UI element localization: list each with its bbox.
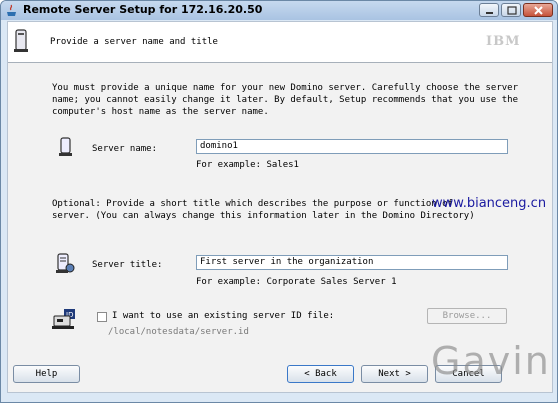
close-button[interactable] <box>523 3 553 17</box>
ibm-logo: IBM <box>486 34 521 49</box>
minimize-button[interactable] <box>479 3 499 17</box>
server-title-icon <box>56 253 75 273</box>
intro-line-2: name; you cannot easily change it later.… <box>52 95 518 105</box>
optional-line-2: server. (You can always change this info… <box>52 211 475 221</box>
server-title-label: Server title: <box>92 260 163 270</box>
close-icon <box>534 6 543 15</box>
maximize-button[interactable] <box>501 3 521 17</box>
optional-line-1: Optional: Provide a short title which de… <box>52 199 453 209</box>
intro-line-1: You must provide a unique name for your … <box>52 83 518 93</box>
help-button[interactable]: Help <box>13 365 80 383</box>
server-icon <box>14 29 28 52</box>
java-app-icon <box>7 4 16 16</box>
page-title: Provide a server name and title <box>50 37 218 47</box>
existing-id-checkbox[interactable] <box>97 312 107 322</box>
maximize-icon <box>507 6 517 15</box>
back-button[interactable]: < Back <box>287 365 354 383</box>
author-watermark: Gavin <box>431 339 551 383</box>
server-name-icon <box>59 137 72 156</box>
server-name-input[interactable]: domino1 <box>196 139 508 154</box>
title-bar[interactable]: Remote Server Setup for 172.16.20.50 <box>1 1 557 20</box>
dialog-content: Provide a server name and title IBM You … <box>7 21 553 393</box>
window-title: Remote Server Setup for 172.16.20.50 <box>23 3 263 16</box>
form-panel: You must provide a unique name for your … <box>8 63 552 363</box>
intro-line-3: computer's host name as the server name. <box>52 107 269 117</box>
wizard-header: Provide a server name and title IBM <box>8 22 552 63</box>
next-button[interactable]: Next > <box>361 365 428 383</box>
server-title-example: For example: Corporate Sales Server 1 <box>196 277 397 287</box>
server-name-label: Server name: <box>92 144 158 154</box>
setup-window: Remote Server Setup for 172.16.20.50 Pro… <box>0 0 558 403</box>
server-title-input[interactable]: First server in the organization <box>196 255 508 270</box>
id-file-icon: ID <box>52 309 75 329</box>
existing-id-label[interactable]: I want to use an existing server ID file… <box>112 311 334 321</box>
minimize-icon <box>486 12 493 14</box>
site-watermark: www.bianceng.cn <box>432 196 547 211</box>
browse-button[interactable]: Browse... <box>427 308 507 324</box>
server-name-example: For example: Sales1 <box>196 160 299 170</box>
id-file-path: /local/notesdata/server.id <box>108 327 249 337</box>
